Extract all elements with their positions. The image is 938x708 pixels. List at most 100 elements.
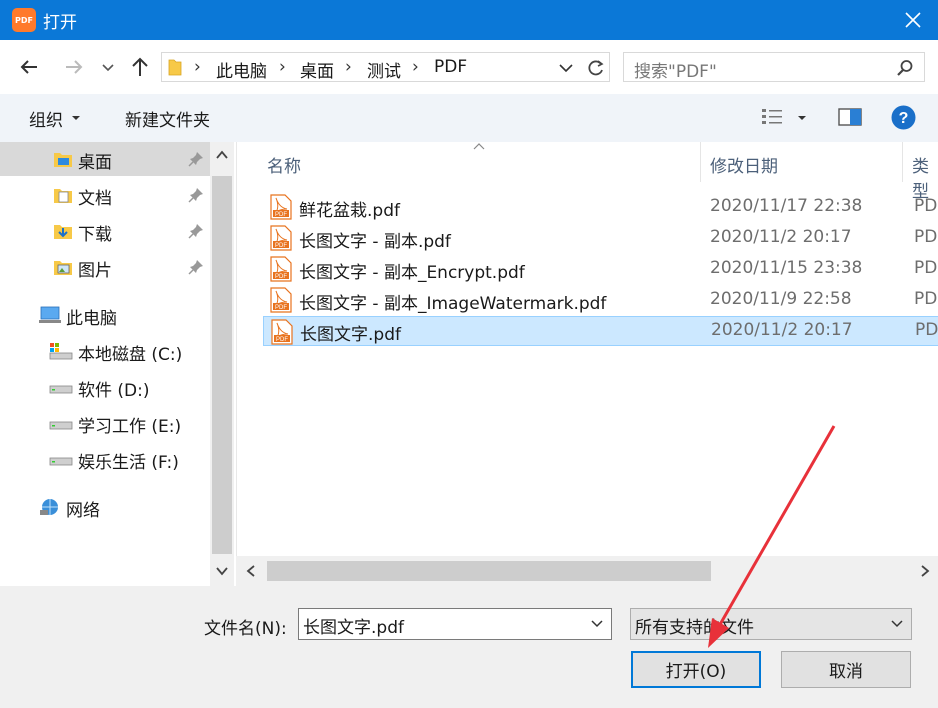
file-name: 长图文字 - 副本_Encrypt.pdf <box>299 263 525 283</box>
search-input[interactable]: 搜索"PDF" <box>623 52 925 82</box>
file-row-selected[interactable]: PDF 长图文字.pdf 2020/11/2 20:17 PD <box>263 316 938 346</box>
pin-icon[interactable] <box>188 223 204 239</box>
new-folder-button[interactable]: 新建文件夹 <box>125 106 210 131</box>
scroll-up-icon[interactable] <box>216 150 228 160</box>
sidebar-item-drive-f[interactable]: 娱乐生活 (F:) <box>0 442 210 476</box>
file-modified: 2020/11/2 20:17 <box>711 320 853 340</box>
sidebar-item-desktop[interactable]: 桌面 <box>0 142 210 176</box>
horizontal-scrollbar[interactable] <box>236 556 938 586</box>
pin-icon[interactable] <box>188 151 204 167</box>
filename-input[interactable]: 长图文字.pdf <box>298 608 612 640</box>
scroll-right-icon[interactable] <box>920 565 930 577</box>
sidebar-scrollbar[interactable] <box>210 142 234 586</box>
drive-icon <box>49 385 73 394</box>
help-icon[interactable]: ? <box>891 105 916 130</box>
breadcrumb-this-pc[interactable]: 此电脑 <box>216 57 267 82</box>
sidebar-item-label: 图片 <box>78 261 112 281</box>
file-row[interactable]: PDF 长图文字 - 副本_Encrypt.pdf 2020/11/15 23:… <box>263 254 938 284</box>
sidebar-item-label: 娱乐生活 (F:) <box>78 453 179 473</box>
file-type: PD <box>915 320 938 340</box>
view-options-icon[interactable] <box>761 107 785 127</box>
desktop-folder-icon <box>54 153 72 167</box>
pictures-folder-icon <box>54 261 72 275</box>
file-type: PD <box>914 196 938 216</box>
network-icon <box>40 499 58 515</box>
sidebar-item-downloads[interactable]: 下载 <box>0 214 210 248</box>
navigation-bar: › 此电脑 › 桌面 › 测试 › PDF 搜索"PDF" <box>0 40 938 94</box>
refresh-icon[interactable] <box>586 58 606 78</box>
address-bar[interactable]: › 此电脑 › 桌面 › 测试 › PDF <box>161 52 610 82</box>
column-divider[interactable] <box>700 142 701 182</box>
scroll-down-icon[interactable] <box>216 566 228 576</box>
forward-arrow-icon[interactable] <box>62 55 86 79</box>
system-drive-icon <box>49 343 73 360</box>
dialog-footer: 文件名(N): 长图文字.pdf 所有支持的文件 打开(O) 取消 <box>0 586 938 708</box>
pdf-app-icon: PDF <box>12 8 36 32</box>
sidebar-item-label: 软件 (D:) <box>78 381 150 401</box>
file-name: 长图文字.pdf <box>300 325 401 345</box>
sidebar-item-drive-d[interactable]: 软件 (D:) <box>0 370 210 404</box>
filename-dropdown-icon[interactable] <box>591 620 603 628</box>
pin-icon[interactable] <box>188 187 204 203</box>
view-dropdown-icon[interactable] <box>797 114 807 122</box>
documents-folder-icon <box>54 189 72 203</box>
file-modified: 2020/11/15 23:38 <box>710 258 863 278</box>
chevron-right-icon: › <box>345 57 352 77</box>
file-name: 长图文字 - 副本.pdf <box>299 232 451 252</box>
sidebar-item-label: 此电脑 <box>66 309 117 329</box>
file-type: PD <box>914 227 938 247</box>
chevron-right-icon: › <box>279 57 286 77</box>
organize-button[interactable]: 组织 <box>29 106 63 131</box>
sidebar-item-label: 下载 <box>78 225 112 245</box>
svg-text:PDF: PDF <box>276 337 288 343</box>
pdf-file-icon: PDF <box>270 225 292 251</box>
scroll-thumb[interactable] <box>212 176 232 554</box>
pin-icon[interactable] <box>188 259 204 275</box>
title-bar: PDF 打开 <box>0 0 938 40</box>
address-dropdown-chevron-icon[interactable] <box>558 61 574 75</box>
pdf-file-icon: PDF <box>270 287 292 313</box>
cancel-button[interactable]: 取消 <box>781 651 911 688</box>
svg-text:PDF: PDF <box>275 274 287 280</box>
sidebar-item-pictures[interactable]: 图片 <box>0 250 210 284</box>
recent-locations-chevron-icon[interactable] <box>100 55 116 79</box>
file-type: PD <box>914 258 938 278</box>
back-arrow-icon[interactable] <box>17 55 41 79</box>
scroll-left-icon[interactable] <box>246 565 256 577</box>
pdf-file-icon: PDF <box>270 256 292 282</box>
file-modified: 2020/11/2 20:17 <box>710 227 852 247</box>
preview-pane-icon[interactable] <box>838 107 862 127</box>
folder-icon <box>168 59 182 76</box>
pdf-file-icon: PDF <box>270 194 292 220</box>
breadcrumb-desktop[interactable]: 桌面 <box>300 57 334 82</box>
sidebar-item-label: 网络 <box>66 501 100 521</box>
open-button[interactable]: 打开(O) <box>631 651 761 688</box>
sidebar-item-label: 学习工作 (E:) <box>78 417 182 437</box>
sidebar-item-network[interactable]: 网络 <box>0 490 210 524</box>
scroll-thumb[interactable] <box>267 561 711 581</box>
sidebar-item-drive-c[interactable]: 本地磁盘 (C:) <box>0 334 210 368</box>
sort-ascending-icon <box>473 143 485 150</box>
close-button[interactable] <box>900 7 926 33</box>
file-row[interactable]: PDF 长图文字 - 副本.pdf 2020/11/2 20:17 PD <box>263 223 938 253</box>
computer-icon <box>39 306 61 323</box>
column-header-name[interactable]: 名称 <box>267 152 301 177</box>
sidebar-item-drive-e[interactable]: 学习工作 (E:) <box>0 406 210 440</box>
breadcrumb-test[interactable]: 测试 <box>367 57 401 82</box>
file-type-filter[interactable]: 所有支持的文件 <box>630 608 912 640</box>
column-header-modified[interactable]: 修改日期 <box>710 152 778 177</box>
file-type: PD <box>914 289 938 309</box>
chevron-right-icon: › <box>412 57 419 77</box>
svg-text:PDF: PDF <box>275 305 287 311</box>
file-row[interactable]: PDF 鲜花盆栽.pdf 2020/11/17 22:38 PD <box>263 192 938 222</box>
sidebar-item-documents[interactable]: 文档 <box>0 178 210 212</box>
file-name: 长图文字 - 副本_ImageWatermark.pdf <box>299 294 607 314</box>
sidebar-item-this-pc[interactable]: 此电脑 <box>0 298 210 332</box>
file-row[interactable]: PDF 长图文字 - 副本_ImageWatermark.pdf 2020/11… <box>263 285 938 315</box>
column-divider[interactable] <box>902 142 903 182</box>
up-arrow-icon[interactable] <box>128 55 152 79</box>
file-list: 名称 修改日期 类型 PDF 鲜花盆栽.pdf 2020/11/17 22:38… <box>236 142 938 586</box>
drive-icon <box>49 421 73 430</box>
breadcrumb-pdf[interactable]: PDF <box>434 57 467 77</box>
search-icon[interactable] <box>896 59 914 77</box>
